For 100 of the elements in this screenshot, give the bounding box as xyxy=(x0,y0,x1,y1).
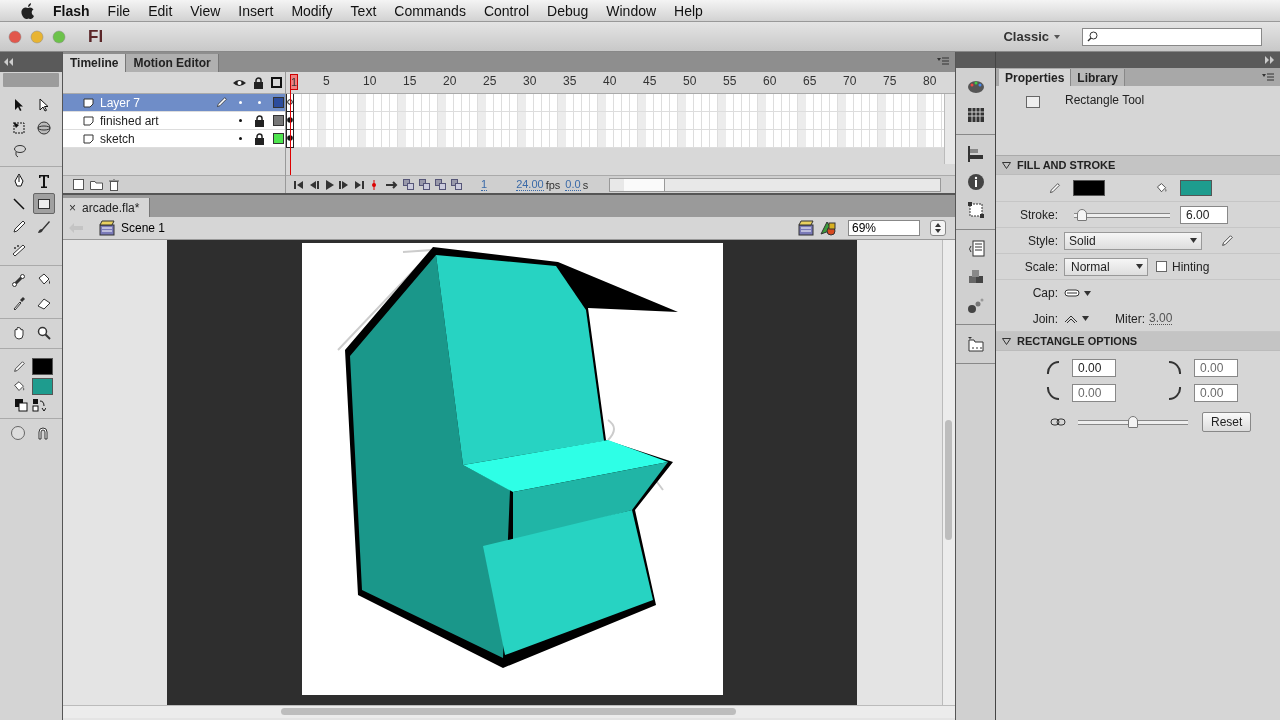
info-icon[interactable] xyxy=(966,173,985,191)
lock-icon[interactable] xyxy=(253,76,264,89)
layer-color-square[interactable] xyxy=(273,97,284,108)
play-icon[interactable] xyxy=(324,179,334,190)
corner-radius-field[interactable]: 0.00 xyxy=(1072,359,1116,377)
menu-item[interactable]: Modify xyxy=(282,2,342,19)
folder-panel-icon[interactable] xyxy=(966,335,985,353)
menu-item[interactable]: Debug xyxy=(538,2,598,19)
scrollbar-thumb[interactable] xyxy=(624,178,665,191)
dot-icon[interactable] xyxy=(239,101,242,104)
layer-row[interactable]: sketch xyxy=(63,130,285,148)
zoom-field[interactable]: 69% xyxy=(848,220,920,236)
layer-color-square[interactable] xyxy=(273,115,284,126)
zoom-stepper[interactable] xyxy=(930,220,946,236)
pencil-icon[interactable] xyxy=(1220,233,1234,248)
onion-skin-icon[interactable] xyxy=(403,179,414,190)
loop-icon[interactable] xyxy=(384,179,398,190)
frame-rate[interactable]: 24.00 xyxy=(516,178,544,191)
trash-icon[interactable] xyxy=(109,178,119,191)
transform-box-icon[interactable] xyxy=(966,201,985,219)
cubes-icon[interactable] xyxy=(966,268,985,286)
shapes-icon[interactable] xyxy=(820,220,836,236)
swatches-grid-icon[interactable] xyxy=(966,106,985,124)
scrollbar[interactable] xyxy=(944,94,955,164)
dot-icon[interactable] xyxy=(258,101,261,104)
dot-icon[interactable] xyxy=(239,119,242,122)
color-swatch[interactable] xyxy=(32,378,53,395)
markers-icon[interactable] xyxy=(451,179,462,190)
code-panel-icon[interactable] xyxy=(966,240,985,258)
scrollbar-thumb[interactable] xyxy=(281,708,736,715)
scrollbar[interactable] xyxy=(942,240,955,705)
new-layer-icon[interactable] xyxy=(73,179,84,190)
folder-icon[interactable] xyxy=(90,179,103,190)
lock-icon[interactable] xyxy=(254,132,265,145)
section-header[interactable]: RECTANGLE OPTIONS xyxy=(996,332,1280,351)
default-colors-icon[interactable] xyxy=(14,398,28,412)
layer-color-square[interactable] xyxy=(273,133,284,144)
reset-button[interactable]: Reset xyxy=(1202,412,1252,432)
app-menu[interactable]: Flash xyxy=(44,2,99,19)
spheres-icon[interactable] xyxy=(966,296,985,314)
menu-item[interactable]: Help xyxy=(665,2,712,19)
workspace-dropdown[interactable]: Classic xyxy=(1003,27,1060,46)
chain-link-icon[interactable] xyxy=(1050,418,1066,426)
scrollbar[interactable] xyxy=(609,177,941,192)
color-swatch[interactable] xyxy=(1073,180,1105,196)
panel-menu-icon[interactable] xyxy=(1262,73,1274,81)
close-tab-button[interactable]: × xyxy=(69,200,76,215)
panel-tab[interactable]: Properties xyxy=(999,69,1072,86)
stroke-width-field[interactable]: 6.00 xyxy=(1180,205,1228,224)
first-frame-icon[interactable] xyxy=(294,179,304,190)
scale-dropdown[interactable]: Normal xyxy=(1064,257,1148,276)
menu-item[interactable]: View xyxy=(181,2,230,19)
panel-tab[interactable]: Timeline xyxy=(63,54,127,72)
menu-item[interactable]: File xyxy=(98,2,140,19)
panel-tab[interactable]: Library xyxy=(1071,69,1126,86)
last-frame-icon[interactable] xyxy=(354,179,364,190)
lock-icon[interactable] xyxy=(254,114,265,127)
panel-menu-icon[interactable] xyxy=(937,57,949,65)
outline-icon[interactable] xyxy=(271,77,282,88)
panel-tab[interactable]: Motion Editor xyxy=(126,54,219,72)
color-swatch[interactable] xyxy=(1180,180,1212,196)
slider-thumb[interactable] xyxy=(1077,208,1088,221)
scrollbar[interactable] xyxy=(63,705,955,718)
playhead-marker[interactable]: 1 xyxy=(290,74,298,90)
step-forward-icon[interactable] xyxy=(339,179,349,190)
step-back-icon[interactable] xyxy=(309,179,319,190)
checkbox[interactable] xyxy=(1156,261,1167,272)
color-swatch[interactable] xyxy=(32,358,53,375)
cap-dropdown[interactable] xyxy=(1064,289,1091,297)
menu-item[interactable]: Control xyxy=(474,2,539,19)
stage-canvas[interactable] xyxy=(301,243,723,695)
eye-icon[interactable] xyxy=(233,77,246,88)
edit-frames-icon[interactable] xyxy=(435,179,446,190)
dot-icon[interactable] xyxy=(239,137,242,140)
center-frame-icon[interactable] xyxy=(369,179,379,190)
style-dropdown[interactable]: Solid xyxy=(1064,231,1202,250)
join-dropdown[interactable] xyxy=(1064,313,1089,324)
scrollbar-thumb[interactable] xyxy=(945,420,952,540)
align-icon[interactable] xyxy=(966,145,985,163)
menu-item[interactable]: Insert xyxy=(229,2,283,19)
expand-icon[interactable] xyxy=(1264,56,1274,64)
magnet-icon[interactable] xyxy=(35,425,51,441)
miter-value[interactable]: 3.00 xyxy=(1149,312,1173,325)
tool-button[interactable] xyxy=(32,193,55,214)
collapse-icon[interactable] xyxy=(4,58,14,66)
menu-item[interactable]: Edit xyxy=(139,2,182,19)
swap-colors-icon[interactable] xyxy=(32,398,46,412)
sphere-icon[interactable] xyxy=(10,425,26,441)
current-frame[interactable]: 1 xyxy=(481,178,488,191)
search-field[interactable] xyxy=(1082,27,1262,46)
menu-item[interactable]: Commands xyxy=(385,2,475,19)
clapperboard-icon[interactable] xyxy=(798,220,814,236)
onion-outline-icon[interactable] xyxy=(419,179,430,190)
section-header[interactable]: FILL AND STROKE xyxy=(996,156,1280,175)
palette-icon[interactable] xyxy=(966,78,985,96)
slider-thumb[interactable] xyxy=(1128,416,1138,428)
apple-icon[interactable] xyxy=(20,1,36,20)
scene-name[interactable]: Scene 1 xyxy=(121,221,166,235)
layer-row[interactable]: finished art xyxy=(63,112,285,130)
menu-item[interactable]: Window xyxy=(597,2,666,19)
